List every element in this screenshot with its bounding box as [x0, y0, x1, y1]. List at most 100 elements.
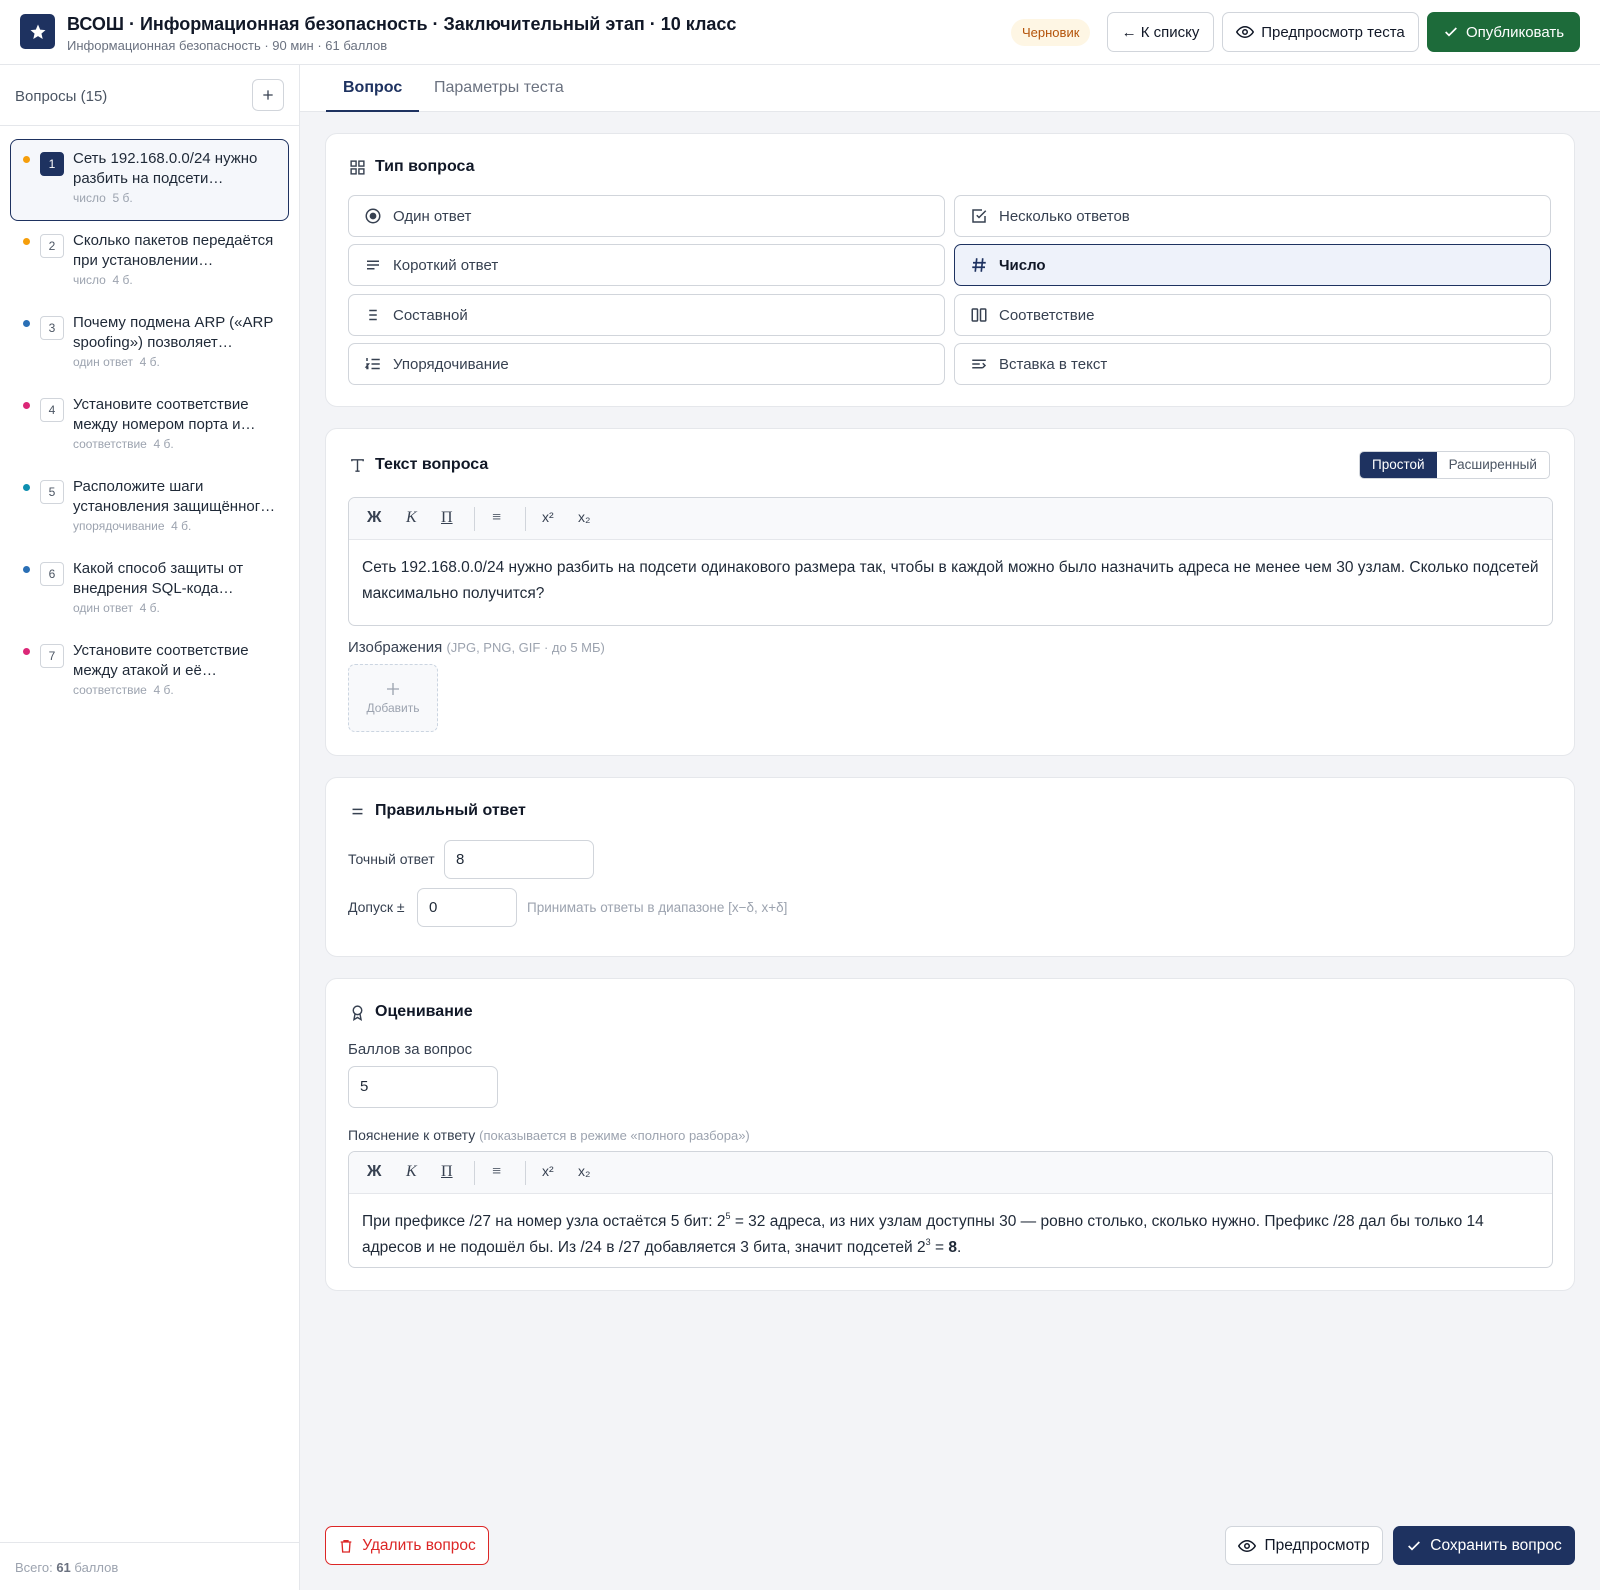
checkbox-icon — [972, 209, 987, 223]
add-image-button[interactable]: Добавить — [348, 664, 438, 732]
text-lines-icon — [367, 260, 379, 270]
publish-label: Опубликовать — [1465, 23, 1565, 41]
italic-button[interactable]: К — [406, 509, 417, 527]
question-type-card: Тип вопроса Один ответ Несколько ответов… — [325, 133, 1575, 407]
sidebar-divider — [0, 125, 300, 126]
question-list-item[interactable]: 3 Почему подмена ARP («ARP spoofing») поз… — [10, 303, 289, 385]
question-number: 5 — [40, 480, 64, 504]
tolerance-input[interactable]: 0 — [417, 888, 517, 927]
question-preview-text: Установите соответствие между номером по… — [73, 396, 256, 433]
plus-icon — [263, 90, 273, 100]
question-preview-text: Сколько пакетов передаётся при установле… — [73, 232, 274, 269]
back-to-list-button[interactable]: ← К списку — [1107, 12, 1214, 52]
plus-icon — [387, 683, 399, 695]
underline-button[interactable]: П — [441, 509, 453, 527]
type-option-single[interactable]: Один ответ — [348, 195, 945, 237]
question-meta: упорядочивание 4 б. — [73, 519, 191, 533]
question-list-item[interactable]: 7 Установите соответствие между атакой и … — [10, 631, 289, 713]
type-option-ordering[interactable]: Упорядочивание — [348, 343, 945, 385]
question-type-label: число — [73, 273, 106, 287]
publish-button[interactable]: Опубликовать — [1427, 12, 1580, 52]
editor-mode-switch: Простой Расширенный — [1359, 451, 1550, 479]
type-option-composite[interactable]: Составной — [348, 294, 945, 336]
question-list-item[interactable]: 4 Установите соответствие между номером п… — [10, 385, 289, 467]
points-input[interactable]: 5 — [348, 1066, 498, 1108]
total-value: 61 — [56, 1560, 71, 1575]
ordered-list-icon — [364, 358, 380, 370]
page-title: ВСОШ · Информационная безопасность · Зак… — [67, 14, 737, 34]
question-meta: число 5 б. — [73, 191, 133, 205]
question-preview-text: Расположите шаги установления защищённог… — [73, 478, 276, 515]
type-option-multiple[interactable]: Несколько ответов — [954, 195, 1551, 237]
question-type-label: упорядочивание — [73, 519, 165, 533]
delete-question-button[interactable]: Удалить вопрос — [325, 1526, 489, 1565]
total-suffix: баллов — [74, 1560, 119, 1575]
explanation-editor[interactable]: Ж К П ≡ x² x₂ При префиксе /27 на номер … — [348, 1151, 1553, 1268]
hash-icon — [972, 258, 986, 272]
type-option-insert[interactable]: Вставка в текст — [954, 343, 1551, 385]
superscript-button[interactable]: x² — [542, 509, 554, 525]
question-text-content[interactable]: Сеть 192.168.0.0/24 нужно разбить на под… — [349, 540, 1552, 622]
trash-icon — [340, 1539, 352, 1553]
question-meta: один ответ 4 б. — [73, 601, 160, 615]
question-meta: соответствие 4 б. — [73, 683, 174, 697]
italic-button[interactable]: К — [406, 1163, 417, 1181]
question-text-editor[interactable]: Ж К П ≡ x² x₂ Сеть 192.168.0.0/24 нужно … — [348, 497, 1553, 626]
bold-button[interactable]: Ж — [367, 509, 381, 527]
tolerance-hint: Принимать ответы в диапазоне [x−δ, x+δ] — [527, 900, 788, 915]
text-type-icon — [351, 458, 364, 472]
list-button[interactable]: ≡ — [492, 509, 501, 527]
question-list: 1 Сеть 192.168.0.0/24 нужно разбить на по… — [10, 139, 289, 713]
subscript-button[interactable]: x₂ — [578, 1163, 590, 1179]
explanation-text: . — [956, 1239, 962, 1256]
grading-title: Оценивание — [375, 1003, 473, 1020]
delete-label: Удалить вопрос — [362, 1536, 476, 1554]
add-question-button[interactable] — [252, 79, 284, 111]
list-icon — [369, 309, 377, 321]
toolbar-separator — [474, 1161, 475, 1185]
explanation-content[interactable]: При префиксе /27 на номер узла остаётся … — [349, 1194, 1552, 1267]
question-list-item[interactable]: 2 Сколько пакетов передаётся при установл… — [10, 221, 289, 303]
exact-answer-input[interactable]: 8 — [444, 840, 594, 879]
correct-answer-title: Правильный ответ — [375, 802, 526, 819]
type-option-matching[interactable]: Соответствие — [954, 294, 1551, 336]
star-icon — [30, 24, 45, 39]
type-option-short[interactable]: Короткий ответ — [348, 244, 945, 286]
subscript-button[interactable]: x₂ — [578, 509, 590, 525]
tolerance-label: Допуск ± — [348, 899, 405, 915]
underline-button[interactable]: П — [441, 1163, 453, 1181]
question-list-item[interactable]: 6 Какой способ защиты от внедрения SQL-ко… — [10, 549, 289, 631]
question-list-item[interactable]: 1 Сеть 192.168.0.0/24 нужно разбить на по… — [10, 139, 289, 221]
question-points: 4 б. — [153, 683, 174, 697]
radio-icon — [365, 208, 381, 224]
grading-card: Оценивание Баллов за вопрос 5 Пояснение … — [325, 978, 1575, 1291]
mode-advanced-button[interactable]: Расширенный — [1437, 452, 1549, 478]
superscript-button[interactable]: x² — [542, 1163, 554, 1179]
type-option-label: Вставка в текст — [999, 355, 1108, 373]
toolbar-separator — [525, 1161, 526, 1185]
type-option-label: Упорядочивание — [393, 355, 509, 373]
save-question-button[interactable]: Сохранить вопрос — [1393, 1526, 1575, 1565]
mode-simple-button[interactable]: Простой — [1360, 452, 1437, 478]
type-option-number[interactable]: Число — [954, 244, 1551, 286]
preview-test-button[interactable]: Предпросмотр теста — [1222, 12, 1419, 52]
top-header: ВСОШ · Информационная безопасность · Зак… — [0, 0, 1600, 65]
question-type-dot — [23, 238, 30, 245]
award-icon — [352, 1004, 363, 1021]
bold-button[interactable]: Ж — [367, 1163, 381, 1181]
preview-question-button[interactable]: Предпросмотр — [1225, 1526, 1383, 1565]
question-number: 7 — [40, 644, 64, 668]
type-option-label: Несколько ответов — [999, 207, 1130, 225]
grid-icon — [350, 159, 365, 175]
question-meta: число 4 б. — [73, 273, 133, 287]
list-button[interactable]: ≡ — [492, 1163, 501, 1181]
question-text-card: Текст вопроса Простой Расширенный Ж К П … — [325, 428, 1575, 756]
equals-icon — [352, 808, 363, 814]
status-badge: Черновик — [1011, 19, 1091, 46]
correct-answer-card: Правильный ответ Точный ответ 8 Допуск ±… — [325, 777, 1575, 957]
tab-test-params[interactable]: Параметры теста — [417, 65, 581, 112]
tab-question[interactable]: Вопрос — [326, 65, 420, 112]
question-list-item[interactable]: 5 Расположите шаги установления защищённо… — [10, 467, 289, 549]
question-type-dot — [23, 320, 30, 327]
explanation-text: При префиксе /27 на номер узла остаётся … — [362, 1213, 726, 1230]
